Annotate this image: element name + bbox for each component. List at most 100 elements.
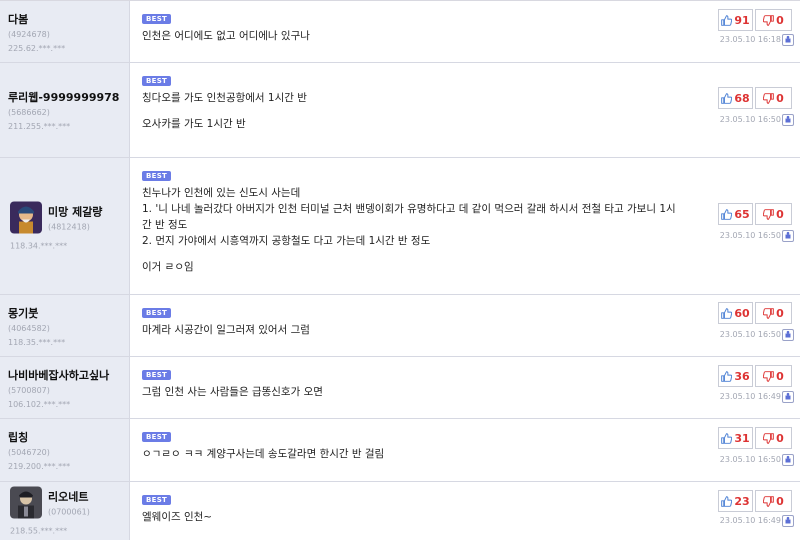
comment-line: 마계라 시공간이 일그러져 있어서 그럼 — [142, 324, 310, 336]
avatar[interactable] — [10, 201, 42, 234]
reply-icon[interactable] — [782, 34, 794, 46]
comment-date: 23.05.10 16:50 — [719, 115, 781, 124]
upvote-button[interactable]: 65 — [718, 203, 753, 225]
thumbs-down-icon — [763, 432, 776, 444]
upvote-button[interactable]: 31 — [718, 427, 753, 449]
comment-row: 나비바베잡사하고싶나 (5700807) 106.102.***.*** BEST 그럼… — [0, 357, 800, 419]
comment-text: 엘웨이즈 인천~ — [142, 509, 720, 525]
thumbs-down-icon — [763, 307, 776, 319]
vote-group: 91 0 — [718, 9, 792, 31]
user-nickname[interactable]: 미망 제갈량 — [48, 204, 102, 220]
comment-date: 23.05.10 16:50 — [719, 330, 781, 339]
downvote-count: 0 — [776, 91, 784, 105]
downvote-count: 0 — [776, 207, 784, 221]
comment-date: 23.05.10 16:18 — [719, 35, 781, 44]
downvote-button[interactable]: 0 — [755, 490, 792, 512]
upvote-count: 65 — [734, 207, 750, 221]
comment-date: 23.05.10 16:49 — [719, 392, 781, 401]
user-ip: 211.255.***.*** — [8, 122, 71, 131]
upvote-button[interactable]: 60 — [718, 302, 753, 324]
user-ip: 225.62.***.*** — [8, 43, 66, 53]
comment-row: 몽기붓 (4064582) 118.35.***.*** BEST 마계라 시공간이 일… — [0, 295, 800, 357]
reply-icon[interactable] — [782, 329, 794, 341]
comment-line: 2. 먼지 가야에서 시흥역까지 공항철도 다고 가는데 1시간 반 정도 — [142, 235, 431, 247]
comment-content: BEST 친누나가 인천에 있는 신도시 사는데 1. '니 나네 놀러갔다 아버지… — [130, 158, 720, 294]
user-ip: 118.34.***.*** — [10, 241, 68, 251]
upvote-button[interactable]: 23 — [718, 490, 753, 512]
upvote-count: 91 — [734, 13, 750, 27]
thumbs-up-icon — [721, 370, 734, 382]
downvote-button[interactable]: 0 — [755, 87, 792, 109]
comment-line — [142, 106, 720, 116]
comment-date: 23.05.10 16:49 — [719, 516, 781, 525]
user-id: (4812418) — [48, 222, 90, 232]
comment-side: 65 0 23.05.10 16:50 — [718, 158, 800, 294]
comment-user-panel: 리오네트 (0700061) 218.55.***.*** — [0, 482, 130, 540]
comment-content: BEST 그럼 인천 사는 사람들은 급똥신호가 오면 — [130, 357, 720, 418]
thumbs-up-icon — [721, 307, 734, 319]
comment-user-panel: 다봄 (4924678) 225.62.***.*** — [0, 1, 130, 62]
user-id: (5686662) — [8, 108, 50, 117]
comment-side: 23 0 23.05.10 16:49 — [718, 482, 800, 540]
reply-icon[interactable] — [782, 454, 794, 466]
reply-icon[interactable] — [782, 391, 794, 403]
best-badge: BEST — [142, 370, 172, 380]
comment-user-panel: 몽기붓 (4064582) 118.35.***.*** — [0, 295, 130, 356]
best-badge: BEST — [142, 171, 172, 181]
downvote-button[interactable]: 0 — [755, 427, 792, 449]
user-nickname[interactable]: 루리웹-9999999978 — [8, 89, 119, 105]
vote-group: 36 0 — [718, 365, 792, 387]
vote-group: 31 0 — [718, 427, 792, 449]
downvote-count: 0 — [776, 306, 784, 320]
comment-date: 23.05.10 16:50 — [719, 455, 781, 464]
comment-user-panel: 립칭 (5046720) 219.200.***.*** — [0, 419, 130, 481]
user-nickname[interactable]: 다봄 — [8, 11, 65, 27]
comment-line: 오사카를 가도 1시간 반 — [142, 118, 246, 130]
thumbs-up-icon — [721, 92, 734, 104]
comment-text: 친누나가 인천에 있는 신도시 사는데 1. '니 나네 놀러갔다 아버지가 인천… — [142, 185, 720, 275]
downvote-button[interactable]: 0 — [755, 365, 792, 387]
downvote-button[interactable]: 0 — [755, 302, 792, 324]
comment-text: 칭다오를 가도 인천공항에서 1시간 반 오사카를 가도 1시간 반 — [142, 90, 720, 132]
comment-content: BEST 칭다오를 가도 인천공항에서 1시간 반 오사카를 가도 1시간 반 — [130, 63, 720, 157]
downvote-button[interactable]: 0 — [755, 9, 792, 31]
comment-line: ㅇㄱㄹㅇ ㅋㅋ 계양구사는데 송도갈라면 한시간 반 걸림 — [142, 448, 385, 460]
comment-row: 미망 제갈량 (4812418) 118.34.***.*** BEST 친누나가 인천… — [0, 158, 800, 295]
vote-group: 65 0 — [718, 203, 792, 225]
user-id: (4924678) — [8, 29, 50, 39]
upvote-button[interactable]: 91 — [718, 9, 753, 31]
user-nickname[interactable]: 나비바베잡사하고싶나 — [8, 367, 109, 383]
avatar[interactable] — [10, 486, 42, 519]
thumbs-down-icon — [763, 92, 776, 104]
downvote-button[interactable]: 0 — [755, 203, 792, 225]
reply-icon[interactable] — [782, 114, 794, 126]
thumbs-up-icon — [721, 495, 734, 507]
best-badge: BEST — [142, 432, 172, 442]
reply-icon[interactable] — [782, 515, 794, 527]
thumbs-up-icon — [721, 208, 734, 220]
upvote-button[interactable]: 68 — [718, 87, 753, 109]
upvote-count: 23 — [734, 494, 750, 508]
comment-line — [142, 249, 720, 259]
reply-icon[interactable] — [782, 230, 794, 242]
comment-side: 31 0 23.05.10 16:50 — [718, 419, 800, 481]
user-nickname[interactable]: 리오네트 — [48, 489, 90, 505]
best-badge: BEST — [142, 308, 172, 318]
comment-content: BEST ㅇㄱㄹㅇ ㅋㅋ 계양구사는데 송도갈라면 한시간 반 걸림 — [130, 419, 720, 481]
best-badge: BEST — [142, 76, 172, 86]
comment-user-panel: 나비바베잡사하고싶나 (5700807) 106.102.***.*** — [0, 357, 130, 418]
comment-line: 친누나가 인천에 있는 신도시 사는데 — [142, 187, 301, 199]
upvote-button[interactable]: 36 — [718, 365, 753, 387]
user-nickname[interactable]: 립칭 — [8, 429, 70, 445]
vote-group: 68 0 — [718, 87, 792, 109]
comment-row: 립칭 (5046720) 219.200.***.*** BEST ㅇㄱㄹㅇ ㅋㅋ 계양… — [0, 419, 800, 482]
best-badge: BEST — [142, 495, 172, 505]
downvote-count: 0 — [776, 369, 784, 383]
thumbs-down-icon — [763, 208, 776, 220]
comment-line: 이거 ㄹㅇ임 — [142, 261, 194, 273]
comment-line: 그럼 인천 사는 사람들은 급똥신호가 오면 — [142, 386, 323, 398]
user-nickname[interactable]: 몽기붓 — [8, 305, 65, 321]
upvote-count: 60 — [734, 306, 750, 320]
comment-side: 91 0 23.05.10 16:18 — [718, 1, 800, 62]
comment-date: 23.05.10 16:50 — [719, 231, 781, 240]
